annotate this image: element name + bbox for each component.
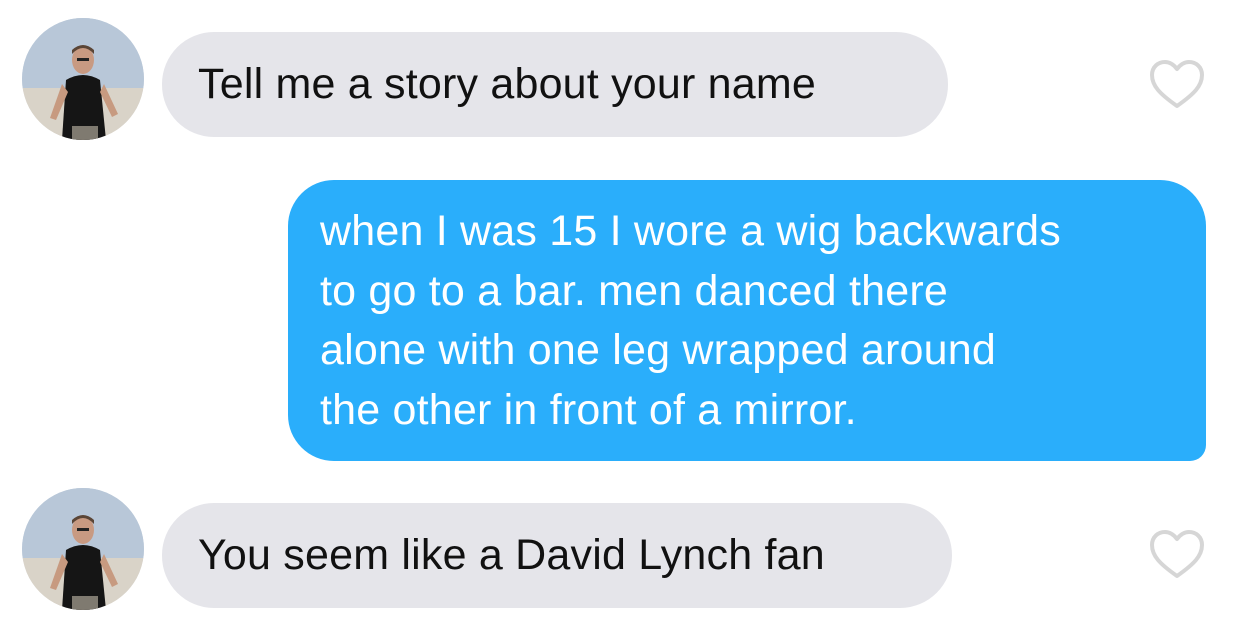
message-text-line: alone with one leg wrapped around bbox=[320, 326, 996, 374]
sent-message-bubble[interactable]: when I was 15 I wore a wig backwards to … bbox=[288, 180, 1206, 461]
message-text-line: the other in front of a mirror. bbox=[320, 385, 857, 434]
message-text: You seem like a David Lynch fan bbox=[198, 531, 825, 579]
sender-avatar[interactable] bbox=[22, 18, 144, 140]
sender-avatar[interactable] bbox=[22, 488, 144, 610]
message-text-line: to go to a bar. men danced there bbox=[320, 266, 948, 315]
avatar-photo bbox=[22, 488, 144, 610]
heart-outline-icon[interactable] bbox=[1148, 58, 1206, 110]
heart-outline-icon[interactable] bbox=[1148, 528, 1206, 580]
received-message-bubble[interactable]: Tell me a story about your name bbox=[162, 32, 948, 137]
message-text: Tell me a story about your name bbox=[198, 60, 817, 108]
message-text-line: when I was 15 I wore a wig backwards bbox=[320, 207, 1061, 255]
avatar-photo bbox=[22, 18, 144, 140]
received-message-bubble[interactable]: You seem like a David Lynch fan bbox=[162, 503, 952, 608]
